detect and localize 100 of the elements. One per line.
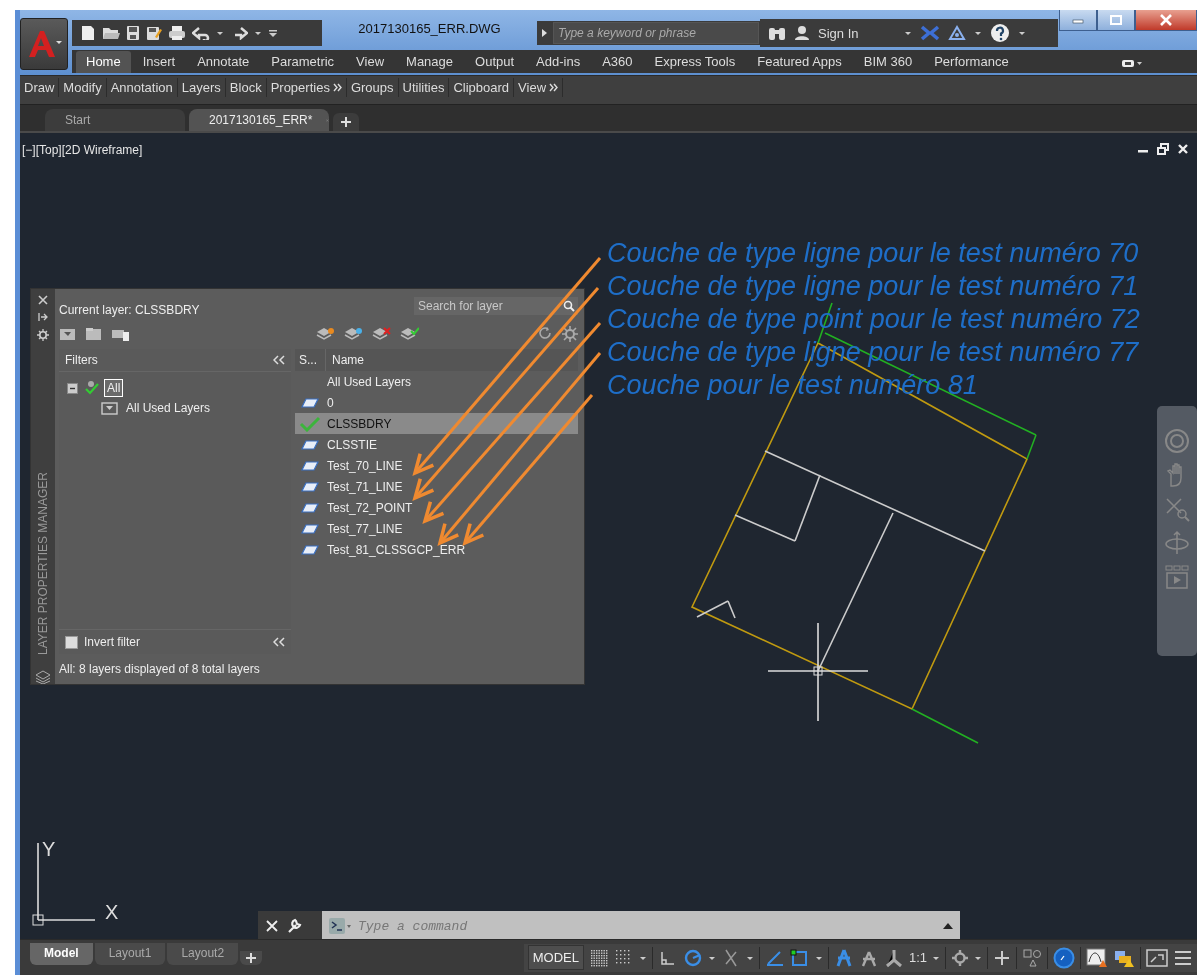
ribbon-tab[interactable]: BIM 360 <box>853 51 923 73</box>
collapse-icon[interactable] <box>273 637 285 647</box>
layer-row[interactable]: Test_71_LINE <box>295 476 578 497</box>
layer-row[interactable]: Test_72_POINT <box>295 497 578 518</box>
collapse-toggle-icon[interactable] <box>67 382 78 394</box>
new-frozen-layer-icon[interactable] <box>343 326 363 342</box>
binoculars-icon[interactable] <box>768 25 786 41</box>
application-menu-button[interactable] <box>20 18 68 70</box>
ribbon-tab[interactable]: A360 <box>592 51 643 73</box>
plus-icon[interactable] <box>993 948 1011 967</box>
hardware-acceleration-icon[interactable] <box>1053 946 1075 969</box>
layout-tab[interactable]: Model <box>30 943 93 965</box>
save-as-icon[interactable] <box>146 25 162 41</box>
set-current-icon[interactable] <box>399 326 419 342</box>
column-header[interactable]: Name <box>326 349 578 371</box>
caret-icon[interactable] <box>1018 29 1027 37</box>
maximize-button[interactable] <box>1097 10 1135 31</box>
menu-icon[interactable] <box>1173 948 1193 967</box>
customize-icon[interactable] <box>268 28 278 38</box>
user-icon[interactable] <box>794 25 810 41</box>
new-tab-button[interactable] <box>333 113 359 131</box>
ribbon-panel-tab[interactable]: Block <box>225 77 267 97</box>
file-tab[interactable]: 2017130165_ERR* <box>189 109 329 131</box>
undo-icon[interactable] <box>192 26 210 40</box>
ribbon-panel-tab[interactable]: Layers <box>177 77 226 97</box>
ribbon-panel-tab[interactable]: Utilities <box>398 77 450 97</box>
sign-in-link[interactable]: Sign In <box>818 25 859 41</box>
ribbon-tab[interactable]: Annotate <box>187 51 260 73</box>
ribbon-panel-tab[interactable]: Groups <box>346 77 399 97</box>
settings-icon[interactable] <box>951 948 969 967</box>
settings-icon[interactable] <box>562 326 578 342</box>
delete-layer-icon[interactable] <box>371 326 391 342</box>
auto-hide-icon[interactable] <box>38 312 48 322</box>
ribbon-panel-tab[interactable]: Modify <box>59 77 107 97</box>
ribbon-panel-tab[interactable]: Annotation <box>106 77 178 97</box>
help-icon[interactable] <box>990 23 1011 43</box>
group-filter-icon[interactable] <box>85 326 103 342</box>
filter-tree-item[interactable]: All Used Layers <box>123 399 214 417</box>
grid-icon[interactable] <box>588 947 609 968</box>
close-icon[interactable] <box>38 295 48 305</box>
layer-row[interactable]: CLSSTIE <box>295 434 578 455</box>
ribbon-tab[interactable]: Featured Apps <box>747 51 852 73</box>
search-field[interactable]: Type a keyword or phrase <box>553 22 759 44</box>
caret-icon[interactable] <box>974 29 983 37</box>
ribbon-tab[interactable]: Manage <box>396 51 464 73</box>
print-icon[interactable] <box>168 25 186 41</box>
collapse-icon[interactable] <box>273 355 285 365</box>
ribbon-tab[interactable]: Home <box>76 51 131 73</box>
save-icon[interactable] <box>126 25 140 41</box>
open-folder-icon[interactable] <box>102 25 120 41</box>
polar-tracking-icon[interactable] <box>682 947 703 968</box>
triangle-network-icon[interactable] <box>948 25 967 41</box>
ribbon-tab[interactable]: Insert <box>132 51 186 73</box>
layout-tab[interactable]: Layout2 <box>167 943 239 965</box>
caret-icon[interactable] <box>216 29 224 37</box>
caret-icon[interactable] <box>254 29 262 37</box>
layer-row[interactable]: 0 <box>295 392 578 413</box>
isolate-objects-icon[interactable] <box>1022 947 1042 968</box>
new-layer-icon[interactable] <box>315 326 335 342</box>
minimize-button[interactable] <box>1059 10 1097 31</box>
new-file-icon[interactable] <box>80 25 96 41</box>
annotation-scale-icon[interactable] <box>883 947 904 968</box>
layer-row[interactable]: Test_81_CLSSGCP_ERR <box>295 539 578 560</box>
file-tab[interactable]: Start <box>45 109 185 131</box>
layer-search-field[interactable]: Search for layer <box>414 297 578 315</box>
filter-tree-item[interactable]: All <box>104 379 124 397</box>
ribbon-panel-tab[interactable]: View <box>514 77 564 97</box>
ribbon-tab[interactable]: Performance <box>924 51 1019 73</box>
object-snap-icon[interactable] <box>789 947 810 968</box>
annotation-scale-dropdown[interactable]: 1:1 <box>908 950 927 965</box>
wrench-icon[interactable] <box>286 918 302 934</box>
new-filter-icon[interactable] <box>59 326 77 342</box>
close-button[interactable] <box>1135 10 1197 31</box>
ribbon-panel-tab[interactable]: Draw <box>20 77 60 97</box>
ribbon-tab[interactable]: View <box>346 51 395 73</box>
layer-row[interactable]: Test_77_LINE <box>295 518 578 539</box>
ribbon-panel-tab[interactable]: Properties <box>266 77 347 97</box>
fullscreen-icon[interactable] <box>1146 948 1168 967</box>
layer-row[interactable]: Test_70_LINE <box>295 455 578 476</box>
command-prompt-icon[interactable] <box>328 917 352 935</box>
invert-filter-checkbox[interactable] <box>65 635 78 649</box>
settings-icon[interactable] <box>37 329 49 341</box>
ribbon-tab[interactable]: Output <box>465 51 525 73</box>
ribbon-tab[interactable]: Express Tools <box>644 51 746 73</box>
history-up-icon[interactable] <box>942 922 954 930</box>
ribbon-tab[interactable]: Parametric <box>261 51 345 73</box>
layer-row[interactable]: All Used Layers <box>295 371 578 392</box>
graphics-warning-icon[interactable] <box>1086 947 1108 968</box>
column-header[interactable]: S... <box>295 349 326 371</box>
caret-icon[interactable] <box>904 29 913 37</box>
new-layout-button[interactable] <box>240 951 263 965</box>
refresh-icon[interactable] <box>538 326 552 340</box>
layout-tab[interactable]: Layout1 <box>94 943 166 965</box>
viewport-controls[interactable]: [−][Top][2D Wireframe] <box>22 143 143 157</box>
layer-row[interactable]: CLSSBDRY <box>295 413 578 434</box>
minimize-ribbon-icon[interactable] <box>1120 58 1143 68</box>
ribbon-tab[interactable]: Add-ins <box>526 51 591 73</box>
ribbon-panel-tab[interactable]: Clipboard <box>449 77 515 97</box>
restore-icon[interactable] <box>1157 143 1169 155</box>
model-space-button[interactable]: MODEL <box>527 945 584 970</box>
